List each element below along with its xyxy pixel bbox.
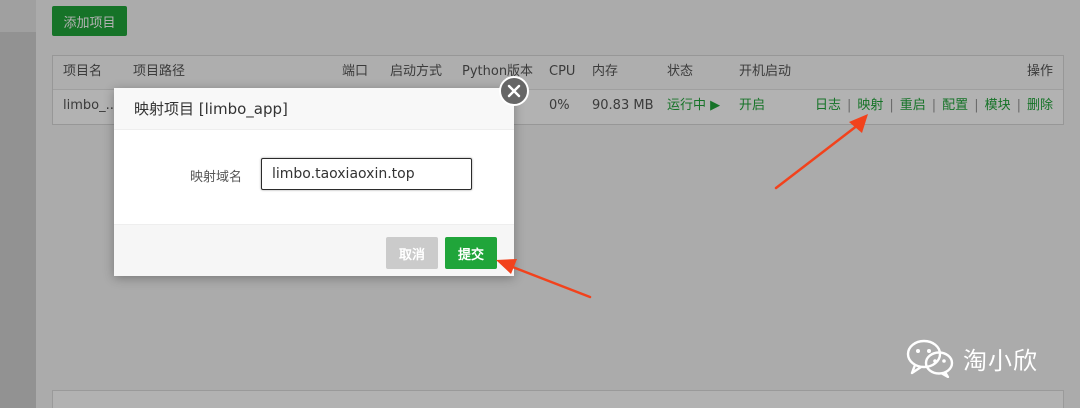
close-dialog-button[interactable] <box>499 76 529 106</box>
submit-button[interactable]: 提交 <box>445 237 497 269</box>
domain-field[interactable] <box>261 158 472 190</box>
wechat-icon <box>906 339 954 378</box>
map-project-dialog: 映射项目 [limbo_app] 映射域名 取消 提交 <box>114 76 529 276</box>
dialog-body: 映射域名 <box>114 130 514 224</box>
dialog-footer: 取消 提交 <box>114 224 514 276</box>
dialog-title: 映射项目 [limbo_app] <box>114 88 514 130</box>
watermark-text: 淘小欣 <box>963 346 1038 375</box>
cancel-button[interactable]: 取消 <box>386 237 438 269</box>
close-icon <box>507 84 521 98</box>
domain-field-label: 映射域名 <box>190 170 243 185</box>
wechat-watermark: 淘小欣 <box>905 336 1038 380</box>
